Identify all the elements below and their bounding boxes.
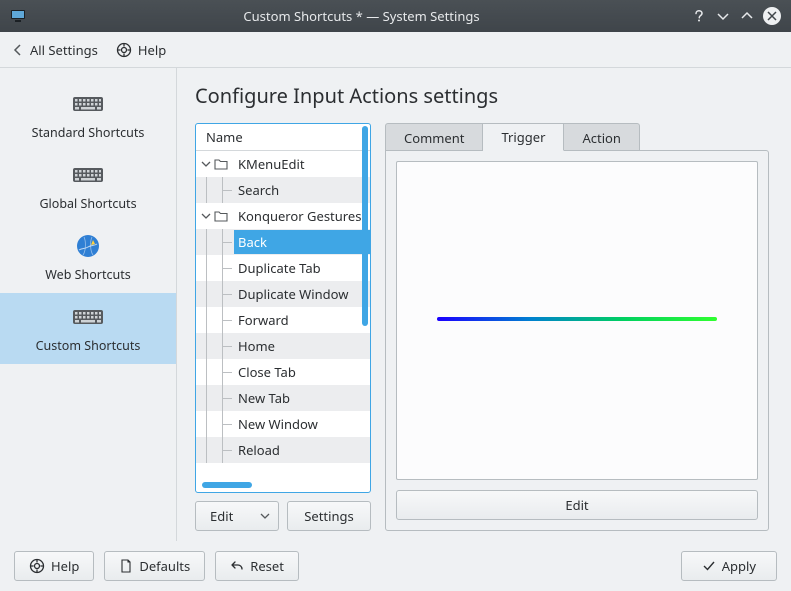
tree-item-label: Duplicate Tab [234, 256, 370, 280]
tab-label: Comment [404, 129, 464, 147]
help-ring-icon [29, 558, 45, 574]
tab-action[interactable]: Action [564, 123, 640, 151]
sidebar-item-label: Custom Shortcuts [36, 337, 141, 354]
folder-icon [214, 158, 230, 170]
tree-item-label: Home [234, 334, 370, 358]
chevron-down-icon [260, 511, 270, 521]
sidebar: Standard Shortcuts Global Shortcuts Web … [0, 68, 177, 541]
tree-row[interactable]: Back [196, 229, 370, 255]
tree-row[interactable]: Search [196, 177, 370, 203]
sidebar-item-global-shortcuts[interactable]: Global Shortcuts [0, 151, 176, 222]
tree-item-label: Konqueror Gestures [234, 204, 370, 228]
tab-comment[interactable]: Comment [385, 123, 483, 151]
tab-label: Action [582, 129, 621, 147]
sidebar-item-label: Web Shortcuts [45, 266, 130, 283]
help-titlebar-icon[interactable] [691, 8, 707, 24]
defaults-label: Defaults [139, 557, 190, 575]
content: Standard Shortcuts Global Shortcuts Web … [0, 68, 791, 541]
footer: Help Defaults Reset Apply [0, 541, 791, 591]
tree-row[interactable]: Konqueror Gestures [196, 203, 370, 229]
tree-row[interactable]: New Window [196, 411, 370, 437]
sidebar-item-label: Global Shortcuts [39, 195, 136, 212]
help-footer-button[interactable]: Help [14, 551, 94, 581]
tree-item-label: Back [234, 230, 370, 254]
chevron-left-icon [12, 44, 24, 56]
sidebar-item-standard-shortcuts[interactable]: Standard Shortcuts [0, 80, 176, 151]
tabs: Comment Trigger Action [385, 123, 769, 151]
undo-icon [230, 559, 244, 573]
tree-row[interactable]: Duplicate Tab [196, 255, 370, 281]
close-icon[interactable] [763, 7, 781, 25]
tree-row[interactable]: KMenuEdit [196, 151, 370, 177]
keyboard-icon [72, 88, 104, 120]
keyboard-icon [72, 159, 104, 191]
settings-button-label: Settings [304, 507, 353, 525]
actions-tree[interactable]: Name KMenuEditSearchKonqueror GesturesBa… [195, 123, 371, 493]
vertical-scrollbar[interactable] [362, 126, 368, 326]
help-footer-label: Help [51, 557, 79, 575]
apply-button[interactable]: Apply [681, 551, 777, 581]
help-label: Help [138, 41, 166, 59]
tree-item-label: Close Tab [234, 360, 370, 384]
sidebar-item-label: Standard Shortcuts [32, 124, 145, 141]
tree-header-name[interactable]: Name [196, 124, 370, 151]
horizontal-scrollbar[interactable] [202, 482, 252, 488]
edit-gesture-button[interactable]: Edit [396, 490, 758, 520]
tree-row[interactable]: Duplicate Window [196, 281, 370, 307]
edit-button-label: Edit [210, 507, 233, 525]
settings-button[interactable]: Settings [287, 501, 371, 531]
maximize-icon[interactable] [739, 8, 755, 24]
tree-item-label: Forward [234, 308, 370, 332]
all-settings-button[interactable]: All Settings [12, 41, 98, 59]
chevron-down-icon[interactable] [200, 211, 212, 221]
tree-row[interactable]: Forward [196, 307, 370, 333]
reset-button[interactable]: Reset [215, 551, 299, 581]
app-icon [4, 2, 32, 30]
check-icon [702, 559, 716, 573]
tree-item-label: KMenuEdit [234, 152, 370, 176]
folder-icon [214, 210, 230, 222]
sidebar-item-custom-shortcuts[interactable]: Custom Shortcuts [0, 293, 176, 364]
minimize-icon[interactable] [715, 8, 731, 24]
gesture-canvas[interactable] [396, 161, 758, 480]
chevron-down-icon[interactable] [200, 159, 212, 169]
tree-row[interactable]: Reload [196, 437, 370, 463]
main: Configure Input Actions settings Name KM… [177, 68, 791, 541]
tree-row[interactable]: Close Tab [196, 359, 370, 385]
tab-trigger[interactable]: Trigger [483, 123, 564, 151]
tree-item-label: New Tab [234, 386, 370, 410]
gesture-path [437, 317, 717, 321]
help-ring-icon [116, 42, 132, 58]
defaults-button[interactable]: Defaults [104, 551, 205, 581]
sidebar-item-web-shortcuts[interactable]: Web Shortcuts [0, 222, 176, 293]
edit-dropdown-button[interactable]: Edit [195, 501, 279, 531]
tree-item-label: Duplicate Window [234, 282, 370, 306]
edit-gesture-label: Edit [565, 496, 588, 514]
keyboard-icon [72, 301, 104, 333]
window-title: Custom Shortcuts * — System Settings [32, 7, 691, 25]
document-icon [119, 559, 133, 573]
tree-item-label: Reload [234, 438, 370, 462]
tree-row[interactable]: Home [196, 333, 370, 359]
tree-item-label: Search [234, 178, 370, 202]
trigger-panel: Edit [385, 150, 769, 531]
all-settings-label: All Settings [30, 41, 98, 59]
toolbar: All Settings Help [0, 32, 791, 68]
tree-row[interactable]: New Tab [196, 385, 370, 411]
tab-label: Trigger [501, 128, 545, 146]
reset-label: Reset [250, 557, 284, 575]
titlebar: Custom Shortcuts * — System Settings [0, 0, 791, 32]
page-title: Configure Input Actions settings [195, 82, 769, 109]
tree-item-label: New Window [234, 412, 370, 436]
globe-icon [72, 230, 104, 262]
help-button[interactable]: Help [116, 41, 166, 59]
apply-label: Apply [722, 557, 756, 575]
